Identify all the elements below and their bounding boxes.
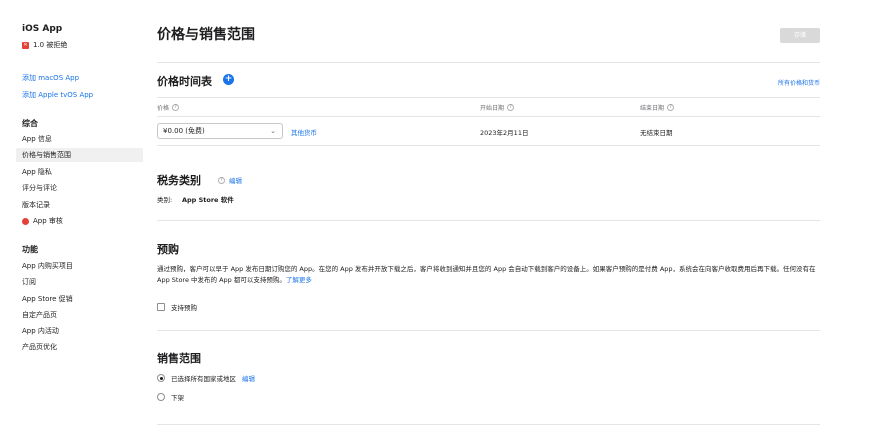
- end-date-column-header: 结束日期 ?: [640, 103, 675, 112]
- save-button[interactable]: 存储: [780, 28, 820, 43]
- start-date-column-header: 开始日期 ?: [480, 103, 515, 112]
- sidebar-item-in-app-events[interactable]: App 内活动: [22, 326, 59, 336]
- preorder-checkbox-row[interactable]: 支持预购: [157, 302, 197, 312]
- sidebar-item-subscriptions[interactable]: 订阅: [22, 277, 36, 287]
- tax-category-title: 税务类别: [157, 174, 201, 187]
- price-select-value: ¥0.00 (免费): [163, 127, 205, 135]
- main-content: 价格与销售范围 存储 价格时间表 + 所有价格和货币 价格 ? 开始日期 ? 结…: [157, 0, 820, 445]
- sidebar-item-label: 价格与销售范围: [22, 151, 71, 159]
- availability-all-row[interactable]: 已选择所有国家或地区 编辑: [157, 373, 255, 383]
- divider: [157, 97, 820, 98]
- sidebar-item-privacy[interactable]: App 隐私: [22, 167, 52, 177]
- version-status[interactable]: ✕ 1.0 被拒绝: [22, 40, 67, 50]
- warning-icon: [22, 217, 29, 225]
- add-tvos-link[interactable]: 添加 Apple tvOS App: [22, 90, 93, 100]
- price-select[interactable]: ¥0.00 (免费) ⌄: [157, 123, 283, 139]
- sidebar-item-pricing[interactable]: 价格与销售范围: [16, 148, 143, 162]
- price-column-label: 价格: [157, 105, 170, 112]
- divider: [157, 116, 820, 117]
- sidebar-item-promotions[interactable]: App Store 促销: [22, 294, 73, 304]
- add-price-icon[interactable]: +: [223, 74, 234, 85]
- divider: [157, 330, 820, 331]
- sidebar-item-app-info[interactable]: App 信息: [22, 134, 52, 144]
- sidebar-item-ratings[interactable]: 评分与评论: [22, 183, 57, 193]
- tax-category-value: App Store 软件: [182, 196, 234, 204]
- app-name: iOS App: [22, 24, 63, 34]
- learn-more-link[interactable]: 了解更多: [286, 276, 312, 284]
- preorder-description: 通过预购，客户可以早于 App 发布日期订购您的 App。在您的 App 发布并…: [157, 264, 820, 286]
- help-icon[interactable]: ?: [667, 104, 675, 111]
- price-schedule-title: 价格时间表: [157, 75, 212, 88]
- start-date-value: 2023年2月11日: [480, 129, 529, 137]
- help-icon[interactable]: ?: [507, 104, 515, 111]
- sidebar-item-label: App 审核: [33, 217, 63, 225]
- preorder-description-text: 通过预购，客户可以早于 App 发布日期订购您的 App。在您的 App 发布并…: [157, 265, 816, 284]
- version-status-label: 1.0 被拒绝: [33, 41, 68, 49]
- divider: [157, 62, 820, 63]
- sidebar-item-version-history[interactable]: 版本记录: [22, 200, 50, 210]
- divider: [157, 424, 820, 425]
- price-column-header: 价格 ?: [157, 103, 180, 112]
- start-date-column-label: 开始日期: [480, 105, 505, 112]
- other-currencies-link[interactable]: 其他货币: [291, 127, 317, 137]
- preorder-checkbox-label: 支持预购: [171, 304, 197, 312]
- add-macos-link[interactable]: 添加 macOS App: [22, 73, 79, 83]
- availability-remove-radio[interactable]: [157, 393, 165, 401]
- preorder-checkbox[interactable]: [157, 303, 165, 311]
- sidebar-item-app-review[interactable]: App 审核: [22, 216, 63, 226]
- all-prices-link[interactable]: 所有价格和货币: [778, 78, 820, 87]
- availability-remove-row[interactable]: 下架: [157, 392, 184, 402]
- help-icon[interactable]: ?: [218, 177, 225, 184]
- divider: [157, 145, 820, 146]
- rejected-icon: ✕: [22, 41, 29, 49]
- availability-remove-label: 下架: [171, 394, 184, 402]
- end-date-column-label: 结束日期: [640, 105, 665, 112]
- tax-category-label: 类别:: [157, 196, 173, 204]
- availability-all-radio[interactable]: [157, 374, 165, 382]
- availability-all-label: 已选择所有国家或地区: [171, 375, 236, 383]
- divider: [157, 220, 820, 221]
- general-heading: 综合: [22, 119, 38, 128]
- sidebar-item-page-optimization[interactable]: 产品页优化: [22, 342, 57, 352]
- tax-edit-link[interactable]: 编辑: [229, 175, 242, 185]
- availability-edit-link[interactable]: 编辑: [242, 373, 255, 383]
- page-title: 价格与销售范围: [157, 27, 255, 43]
- end-date-value: 无结束日期: [640, 129, 673, 137]
- sidebar-item-iap[interactable]: App 内购买项目: [22, 261, 73, 271]
- preorder-title: 预购: [157, 243, 179, 256]
- features-heading: 功能: [22, 245, 38, 254]
- chevron-down-icon: ⌄: [270, 127, 276, 135]
- help-icon[interactable]: ?: [172, 104, 180, 111]
- availability-title: 销售范围: [157, 352, 201, 365]
- sidebar-item-custom-pages[interactable]: 自定产品页: [22, 310, 57, 320]
- sidebar: iOS App ✕ 1.0 被拒绝 添加 macOS App 添加 Apple …: [0, 0, 143, 445]
